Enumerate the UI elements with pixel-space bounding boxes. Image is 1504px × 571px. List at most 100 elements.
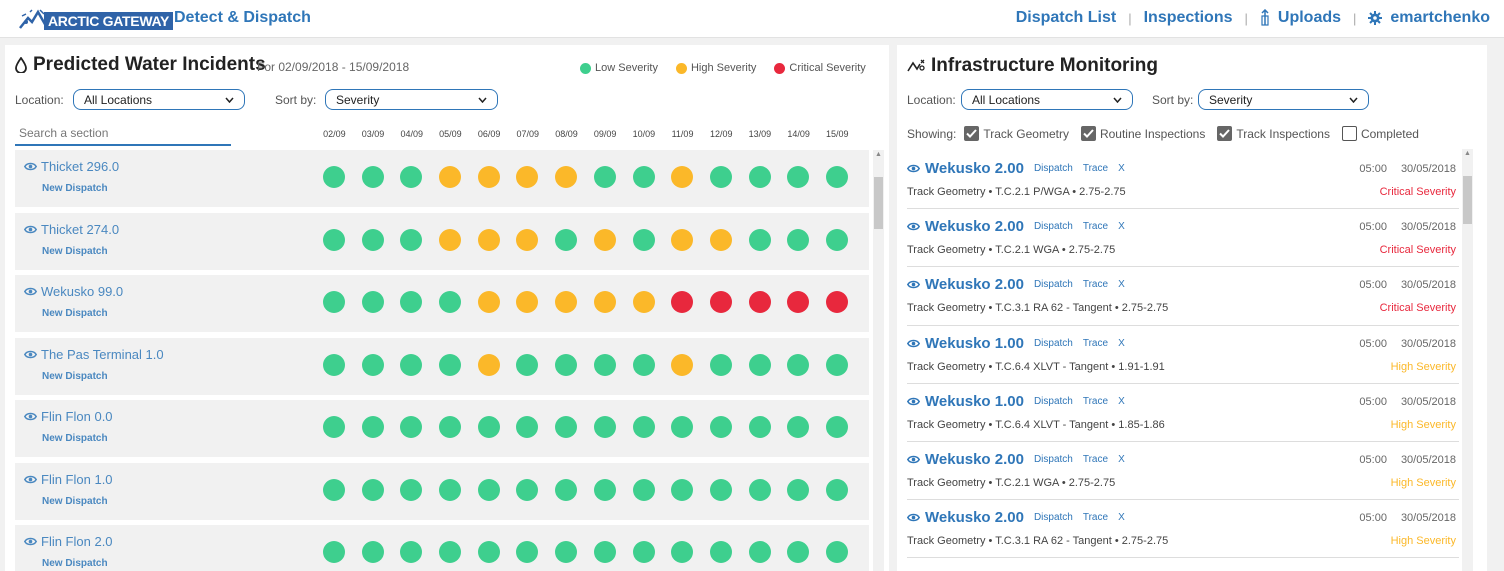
severity-dot-low[interactable] bbox=[555, 228, 578, 251]
severity-dot-high[interactable] bbox=[477, 291, 500, 313]
dispatch-link[interactable]: Dispatch bbox=[1034, 221, 1073, 232]
right-scrollbar[interactable]: ▲ bbox=[1462, 149, 1473, 571]
nav-inspections[interactable]: Inspections bbox=[1144, 9, 1233, 27]
trace-link[interactable]: Trace bbox=[1083, 396, 1108, 407]
severity-dot-low[interactable] bbox=[593, 353, 616, 376]
trace-link[interactable]: Trace bbox=[1083, 279, 1108, 290]
dispatch-link[interactable]: Dispatch bbox=[1034, 279, 1073, 290]
trace-link[interactable]: Trace bbox=[1083, 512, 1108, 523]
severity-dot-low[interactable] bbox=[400, 541, 423, 563]
severity-dot-low[interactable] bbox=[787, 166, 810, 188]
section-name-link[interactable]: Wekusko 99.0 bbox=[24, 284, 123, 299]
severity-dot-low[interactable] bbox=[709, 353, 732, 376]
nav-dispatch-list[interactable]: Dispatch List bbox=[1016, 9, 1116, 27]
severity-dot-low[interactable] bbox=[555, 478, 578, 501]
section-search-input[interactable]: Search a section bbox=[15, 124, 231, 146]
severity-dot-low[interactable] bbox=[439, 416, 462, 438]
severity-dot-low[interactable] bbox=[323, 416, 345, 438]
eye-icon[interactable] bbox=[24, 224, 37, 235]
severity-dot-low[interactable] bbox=[825, 353, 848, 376]
severity-dot-low[interactable] bbox=[748, 478, 771, 501]
eye-icon[interactable] bbox=[24, 411, 37, 422]
severity-dot-high[interactable] bbox=[555, 166, 578, 188]
eye-icon[interactable] bbox=[907, 221, 920, 232]
eye-icon[interactable] bbox=[907, 454, 920, 465]
sort-select[interactable]: Severity bbox=[325, 89, 498, 110]
right-scrollbar-thumb[interactable] bbox=[1463, 176, 1472, 225]
dispatch-link[interactable]: Dispatch bbox=[1034, 512, 1073, 523]
section-name-link[interactable]: Thicket 274.0 bbox=[24, 222, 119, 237]
severity-dot-low[interactable] bbox=[361, 353, 384, 376]
filter-checkbox[interactable]: Track Geometry bbox=[964, 126, 1069, 141]
severity-dot-low[interactable] bbox=[516, 478, 539, 501]
severity-dot-low[interactable] bbox=[825, 541, 848, 563]
eye-icon[interactable] bbox=[907, 163, 920, 174]
eye-icon[interactable] bbox=[24, 286, 37, 297]
scroll-up-icon[interactable]: ▲ bbox=[875, 151, 882, 158]
severity-dot-high[interactable] bbox=[593, 228, 616, 251]
severity-dot-high[interactable] bbox=[516, 166, 539, 188]
severity-dot-low[interactable] bbox=[361, 228, 384, 251]
eye-icon[interactable] bbox=[907, 512, 920, 523]
severity-dot-high[interactable] bbox=[516, 228, 539, 251]
eye-icon[interactable] bbox=[24, 349, 37, 360]
severity-dot-low[interactable] bbox=[477, 541, 500, 563]
eye-icon[interactable] bbox=[907, 396, 920, 407]
severity-dot-low[interactable] bbox=[439, 353, 462, 376]
severity-dot-critical[interactable] bbox=[787, 291, 810, 313]
eye-icon[interactable] bbox=[24, 474, 37, 485]
severity-dot-low[interactable] bbox=[361, 541, 384, 563]
severity-dot-high[interactable] bbox=[439, 228, 462, 251]
eye-icon[interactable] bbox=[907, 338, 920, 349]
severity-dot-low[interactable] bbox=[709, 416, 732, 438]
dismiss-link[interactable]: X bbox=[1118, 221, 1125, 232]
nav-user[interactable]: emartchenko bbox=[1390, 9, 1490, 27]
severity-dot-low[interactable] bbox=[671, 541, 694, 563]
severity-dot-low[interactable] bbox=[825, 416, 848, 438]
arctic-gateway-logo[interactable]: ARCTIC GATEWAY bbox=[18, 6, 174, 30]
severity-dot-low[interactable] bbox=[593, 478, 616, 501]
severity-dot-low[interactable] bbox=[400, 478, 423, 501]
severity-dot-low[interactable] bbox=[671, 478, 694, 501]
inspection-name-link[interactable]: Wekusko 2.00 bbox=[925, 451, 1024, 468]
severity-dot-low[interactable] bbox=[555, 416, 578, 438]
severity-dot-critical[interactable] bbox=[748, 291, 771, 313]
eye-icon[interactable] bbox=[24, 536, 37, 547]
severity-dot-low[interactable] bbox=[400, 416, 423, 438]
checkbox-checked-icon[interactable] bbox=[964, 126, 980, 141]
severity-dot-low[interactable] bbox=[439, 541, 462, 563]
severity-dot-low[interactable] bbox=[709, 166, 732, 188]
severity-dot-low[interactable] bbox=[439, 291, 462, 313]
new-dispatch-link[interactable]: New Dispatch bbox=[42, 558, 108, 569]
dispatch-link[interactable]: Dispatch bbox=[1034, 163, 1073, 174]
severity-dot-low[interactable] bbox=[748, 416, 771, 438]
nav-uploads[interactable]: Uploads bbox=[1278, 9, 1341, 27]
gear-icon[interactable] bbox=[1368, 11, 1383, 25]
severity-dot-low[interactable] bbox=[787, 416, 810, 438]
severity-dot-low[interactable] bbox=[593, 166, 616, 188]
severity-dot-low[interactable] bbox=[787, 228, 810, 251]
left-scrollbar[interactable]: ▲ bbox=[873, 150, 884, 571]
severity-dot-low[interactable] bbox=[632, 478, 655, 501]
inspection-name-link[interactable]: Wekusko 1.00 bbox=[925, 335, 1024, 352]
new-dispatch-link[interactable]: New Dispatch bbox=[42, 246, 108, 257]
severity-dot-low[interactable] bbox=[477, 416, 500, 438]
severity-dot-low[interactable] bbox=[787, 541, 810, 563]
filter-checkbox[interactable]: Completed bbox=[1341, 126, 1419, 141]
severity-dot-low[interactable] bbox=[323, 478, 345, 501]
severity-dot-low[interactable] bbox=[400, 228, 423, 251]
filter-checkbox[interactable]: Routine Inspections bbox=[1080, 126, 1205, 141]
severity-dot-low[interactable] bbox=[439, 478, 462, 501]
severity-dot-low[interactable] bbox=[361, 166, 384, 188]
severity-dot-low[interactable] bbox=[593, 416, 616, 438]
severity-dot-low[interactable] bbox=[323, 166, 345, 188]
severity-dot-high[interactable] bbox=[671, 228, 694, 251]
severity-dot-low[interactable] bbox=[555, 353, 578, 376]
severity-dot-low[interactable] bbox=[632, 541, 655, 563]
location-select[interactable]: All Locations bbox=[73, 89, 245, 110]
severity-dot-low[interactable] bbox=[632, 228, 655, 251]
severity-dot-low[interactable] bbox=[555, 541, 578, 563]
new-dispatch-link[interactable]: New Dispatch bbox=[42, 371, 108, 382]
section-name-link[interactable]: Flin Flon 2.0 bbox=[24, 534, 113, 549]
checkbox-unchecked-icon[interactable] bbox=[1341, 126, 1357, 141]
